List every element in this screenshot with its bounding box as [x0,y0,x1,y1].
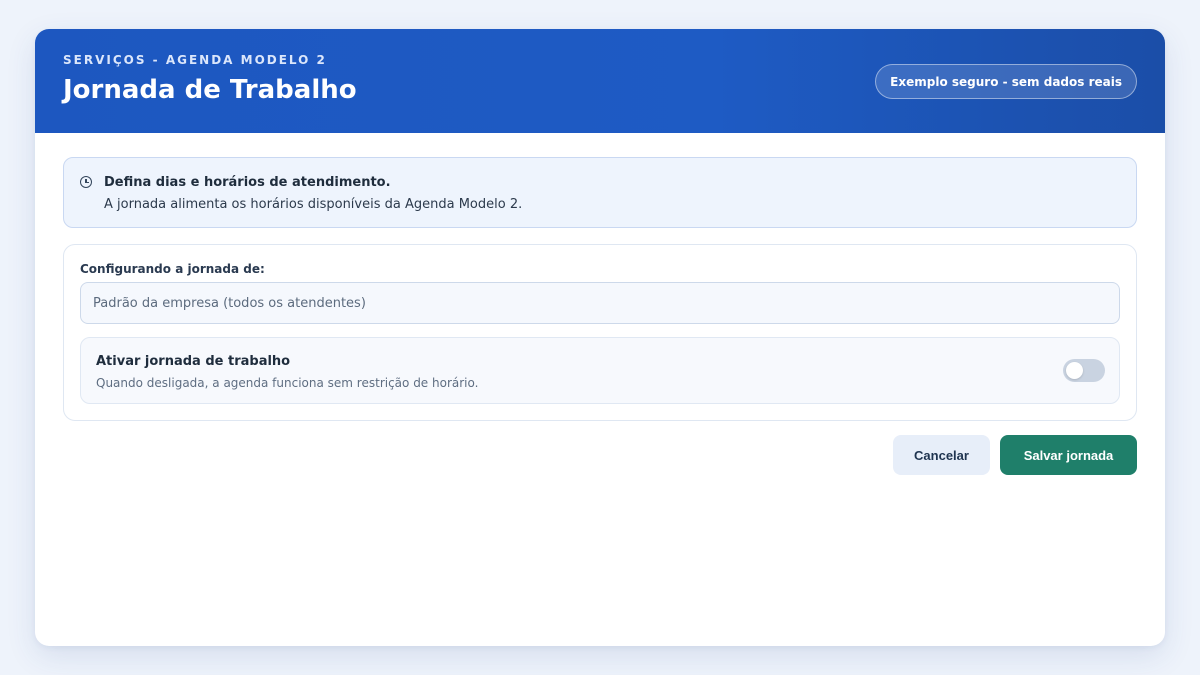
activate-schedule-row: Ativar jornada de trabalho Quando deslig… [80,337,1120,404]
toggle-knob [1066,362,1083,379]
toggle-title: Ativar jornada de trabalho [96,354,291,369]
work-schedule-window: SERVIÇOS - AGENDA MODELO 2 Jornada de Tr… [35,29,1165,646]
info-notice: Defina dias e horários de atendimento. A… [63,157,1137,228]
cancel-button[interactable]: Cancelar [893,435,990,475]
notice-description: A jornada alimenta os horários disponíve… [104,197,523,212]
schedule-owner-select[interactable]: Padrão da empresa (todos os atendentes) [80,282,1120,324]
schedule-config-panel: Configurando a jornada de: Padrão da emp… [63,244,1137,421]
notice-title: Defina dias e horários de atendimento. [104,175,391,190]
activate-schedule-toggle[interactable] [1063,359,1105,382]
page-title: Jornada de Trabalho [63,75,357,105]
toggle-description: Quando desligada, a agenda funciona sem … [96,376,479,390]
clock-icon [80,176,92,188]
save-schedule-button[interactable]: Salvar jornada [1000,435,1137,475]
breadcrumb: SERVIÇOS - AGENDA MODELO 2 [63,53,327,67]
page-header: SERVIÇOS - AGENDA MODELO 2 Jornada de Tr… [35,29,1165,133]
schedule-owner-label: Configurando a jornada de: [80,262,265,276]
safe-example-badge: Exemplo seguro - sem dados reais [875,64,1137,99]
